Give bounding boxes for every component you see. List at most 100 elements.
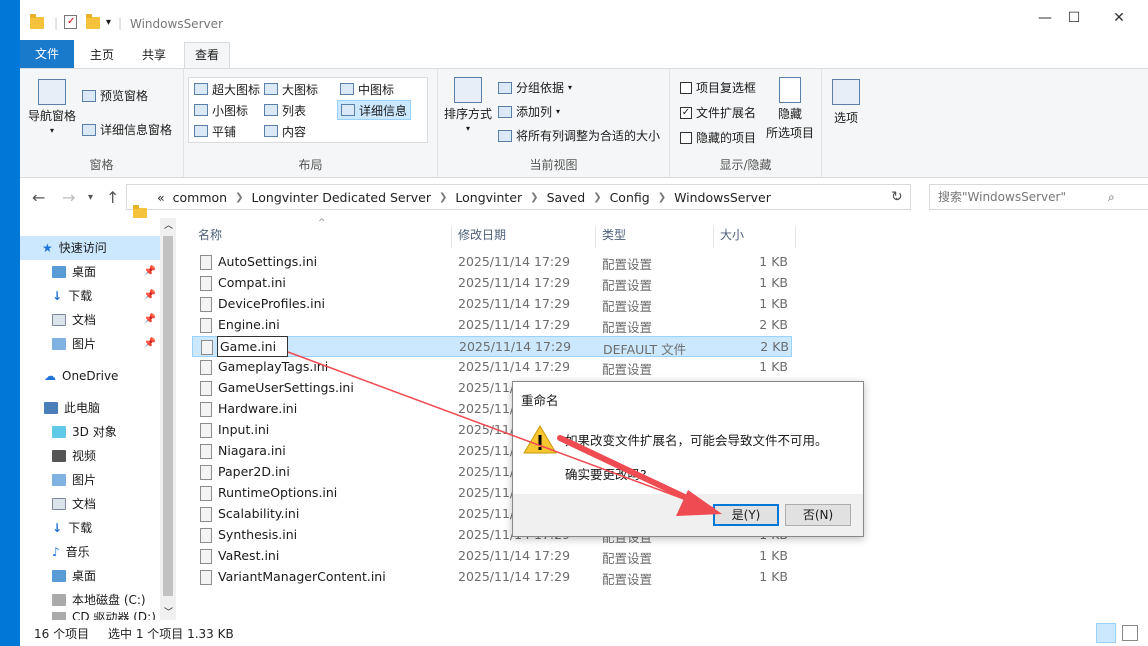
- layout-content[interactable]: 内容: [261, 121, 309, 141]
- tab-view[interactable]: 查看: [184, 42, 231, 68]
- pin-icon[interactable]: 📌: [144, 260, 156, 284]
- minimize-button[interactable]: —: [1030, 10, 1060, 30]
- nav-downloads[interactable]: ↓ 下载 📌: [20, 284, 160, 308]
- drive-icon: [52, 594, 66, 606]
- crumb-windowsserver[interactable]: WindowsServer: [670, 190, 775, 205]
- up-arrow-icon[interactable]: ↑: [106, 188, 119, 207]
- file-date: 2025/11/14 17:29: [458, 296, 571, 311]
- preview-pane-button[interactable]: 预览窗格: [82, 87, 148, 104]
- nav-pane-button[interactable]: 导航窗格 ▾: [28, 79, 76, 135]
- layout-gallery: 超大图标 大图标 中图标 小图标 列表 详细信息 平铺 内容: [188, 77, 428, 143]
- maximize-button[interactable]: ☐: [1059, 10, 1089, 30]
- scroll-down-icon[interactable]: ﹀: [164, 605, 173, 618]
- tab-file[interactable]: 文件: [20, 40, 74, 68]
- crumb-config[interactable]: Config: [606, 190, 654, 205]
- file-name: VariantManagerContent.ini: [218, 569, 386, 584]
- crumb-longvinter[interactable]: Longvinter: [451, 190, 526, 205]
- nav-videos[interactable]: 视频: [20, 444, 160, 468]
- pin-icon[interactable]: 📌: [144, 284, 156, 308]
- nav-this-pc[interactable]: 此电脑: [20, 396, 160, 420]
- pin-icon[interactable]: 📌: [144, 332, 156, 356]
- table-row[interactable]: AutoSettings.ini 2025/11/14 17:29 配置设置 1 KB: [192, 252, 792, 273]
- file-size: 1 KB: [759, 569, 788, 584]
- nav-desktop[interactable]: 桌面 📌: [20, 260, 160, 284]
- table-row[interactable]: DeviceProfiles.ini 2025/11/14 17:29 配置设置 1 …: [192, 294, 792, 315]
- back-arrow-icon[interactable]: ←: [32, 188, 45, 207]
- close-button[interactable]: ✕: [1104, 10, 1134, 30]
- details-pane-button[interactable]: 详细信息窗格: [82, 121, 172, 138]
- large-icons-view-icon[interactable]: [1122, 625, 1138, 641]
- add-columns-button[interactable]: 添加列 ▾: [498, 103, 560, 120]
- nav-scroll-thumb[interactable]: [163, 236, 173, 596]
- customize-qat-icon[interactable]: ▾: [106, 17, 111, 33]
- layout-medium[interactable]: 中图标: [337, 79, 397, 99]
- nav-onedrive[interactable]: ☁ OneDrive: [20, 364, 160, 388]
- ribbon: 导航窗格 ▾ 预览窗格 详细信息窗格 窗格 超大图标 大图标 中图标 小图标 列…: [20, 68, 1148, 178]
- search-input[interactable]: 搜索"WindowsServer": [929, 184, 1148, 210]
- no-button[interactable]: 否(N): [785, 504, 851, 526]
- folder-icon[interactable]: [30, 14, 44, 29]
- chevron-right-icon[interactable]: ❯: [589, 192, 605, 203]
- properties-icon[interactable]: ✓: [64, 15, 77, 29]
- tab-home[interactable]: 主页: [80, 46, 124, 68]
- details-icon: [341, 104, 355, 116]
- layout-details[interactable]: 详细信息: [337, 100, 412, 120]
- pin-icon[interactable]: 📌: [144, 308, 156, 332]
- chevron-right-icon[interactable]: ❯: [654, 192, 670, 203]
- table-row[interactable]: Engine.ini 2025/11/14 17:29 配置设置 2 KB: [192, 315, 792, 336]
- nav-pc-desktop[interactable]: 桌面: [20, 564, 160, 588]
- crumb-dedicated-server[interactable]: Longvinter Dedicated Server: [248, 190, 436, 205]
- scroll-up-icon[interactable]: ︿: [164, 218, 173, 231]
- forward-arrow-icon[interactable]: →: [62, 188, 75, 207]
- column-name[interactable]: 名称: [192, 226, 452, 248]
- table-row[interactable]: Game.ini 2025/11/14 17:29 DEFAULT 文件 2 KB: [192, 336, 792, 357]
- nav-documents[interactable]: 文档 📌: [20, 308, 160, 332]
- hide-selected-button[interactable]: 隐藏 所选项目: [766, 77, 814, 141]
- layout-tiles[interactable]: 平铺: [191, 121, 239, 141]
- refresh-icon[interactable]: ↻: [891, 189, 903, 205]
- nav-3d-objects[interactable]: 3D 对象: [20, 420, 160, 444]
- nav-pictures[interactable]: 图片 📌: [20, 332, 160, 356]
- rename-input[interactable]: Game.ini: [217, 336, 288, 357]
- table-row[interactable]: Compat.ini 2025/11/14 17:29 配置设置 1 KB: [192, 273, 792, 294]
- address-bar[interactable]: « common ❯ Longvinter Dedicated Server ❯ L…: [126, 184, 911, 220]
- column-date[interactable]: 修改日期: [452, 226, 596, 248]
- nav-local-disk[interactable]: 本地磁盘 (C:): [20, 588, 160, 612]
- group-by-button[interactable]: 分组依据 ▾: [498, 79, 572, 96]
- table-row[interactable]: VariantManagerContent.ini 2025/11/14 17:2…: [192, 567, 792, 588]
- file-name: Niagara.ini: [218, 443, 286, 458]
- file-extensions-toggle[interactable]: ✓ 文件扩展名: [680, 104, 756, 121]
- yes-button[interactable]: 是(Y): [713, 504, 779, 526]
- nav-quick-access[interactable]: ★ 快速访问: [20, 236, 160, 260]
- recent-chevron-icon[interactable]: ▾: [88, 192, 93, 203]
- nav-pc-documents[interactable]: 文档: [20, 492, 160, 516]
- layout-small[interactable]: 小图标: [191, 100, 251, 120]
- hidden-items-toggle[interactable]: 隐藏的项目: [680, 129, 756, 146]
- column-type[interactable]: 类型: [596, 226, 714, 248]
- layout-extra-large[interactable]: 超大图标: [191, 79, 263, 99]
- nav-pc-pictures[interactable]: 图片: [20, 468, 160, 492]
- chevron-right-icon[interactable]: ❯: [231, 192, 247, 203]
- details-view-icon[interactable]: [1096, 623, 1116, 643]
- new-folder-icon[interactable]: [86, 14, 100, 29]
- chevron-right-icon[interactable]: ❯: [435, 192, 451, 203]
- table-row[interactable]: GameplayTags.ini 2025/11/14 17:29 配置设置 1 KB: [192, 357, 792, 378]
- layout-large[interactable]: 大图标: [261, 79, 321, 99]
- column-size[interactable]: 大小: [714, 226, 796, 248]
- crumb-common[interactable]: common: [169, 190, 231, 205]
- settings-file-icon: [200, 360, 212, 375]
- nav-pc-downloads[interactable]: ↓ 下载: [20, 516, 160, 540]
- nav-music[interactable]: ♪ 音乐: [20, 540, 160, 564]
- navigation-pane: ★ 快速访问 桌面 📌 ↓ 下载 📌 文档 📌 图片 📌 ☁ OneDrive 此电脑 3D …: [20, 218, 178, 622]
- crumb-saved[interactable]: Saved: [543, 190, 590, 205]
- table-row[interactable]: VaRest.ini 2025/11/14 17:29 配置设置 1 KB: [192, 546, 792, 567]
- sort-by-button[interactable]: 排序方式 ▾: [444, 77, 492, 133]
- item-checkboxes-toggle[interactable]: 项目复选框: [680, 79, 756, 96]
- nav-scrollbar[interactable]: ︿ ﹀: [160, 218, 176, 620]
- address-overflow[interactable]: «: [153, 190, 169, 205]
- layout-list[interactable]: 列表: [261, 100, 309, 120]
- fit-columns-button[interactable]: 将所有列调整为合适的大小: [498, 127, 660, 144]
- tab-share[interactable]: 共享: [132, 46, 176, 68]
- options-button[interactable]: 选项: [832, 79, 860, 126]
- chevron-right-icon[interactable]: ❯: [526, 192, 542, 203]
